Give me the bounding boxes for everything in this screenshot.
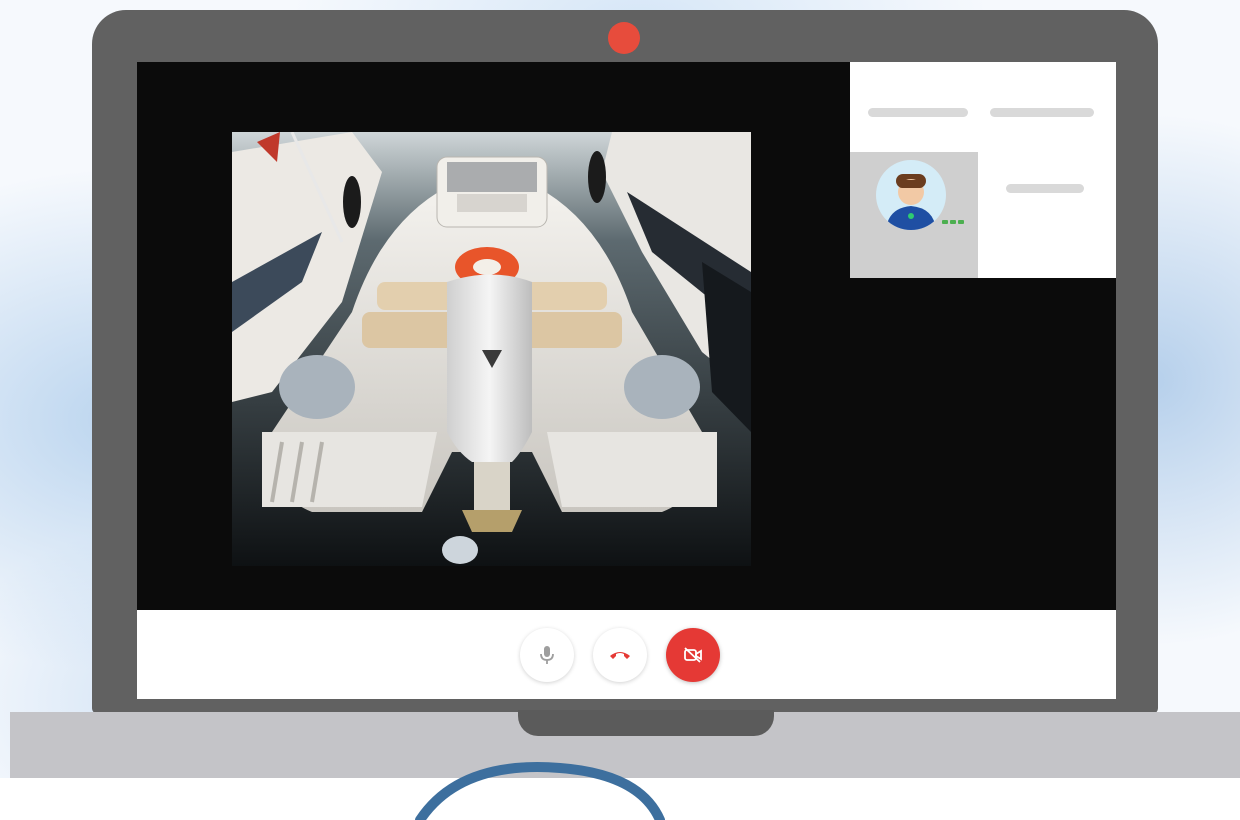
participant-name-placeholder <box>1006 184 1084 193</box>
main-video-feed <box>232 132 751 566</box>
online-status-indicator <box>942 220 964 224</box>
participant-panel <box>850 62 1116 278</box>
call-control-bar <box>137 610 1116 699</box>
user-avatar-icon <box>876 160 946 230</box>
webcam-indicator <box>608 22 640 54</box>
cable-decoration <box>415 762 665 820</box>
participant-tile[interactable] <box>850 152 978 278</box>
end-call-button[interactable] <box>593 628 647 682</box>
mic-button[interactable] <box>520 628 574 682</box>
laptop-hinge <box>518 710 774 736</box>
video-off-icon <box>684 647 702 663</box>
video-call-screen <box>137 62 1116 699</box>
microphone-icon <box>540 646 554 664</box>
panel-placeholder-line <box>990 108 1094 117</box>
boat-video-image <box>232 132 751 566</box>
video-off-button[interactable] <box>666 628 720 682</box>
phone-hangup-icon <box>610 652 630 659</box>
panel-placeholder-line <box>868 108 968 117</box>
